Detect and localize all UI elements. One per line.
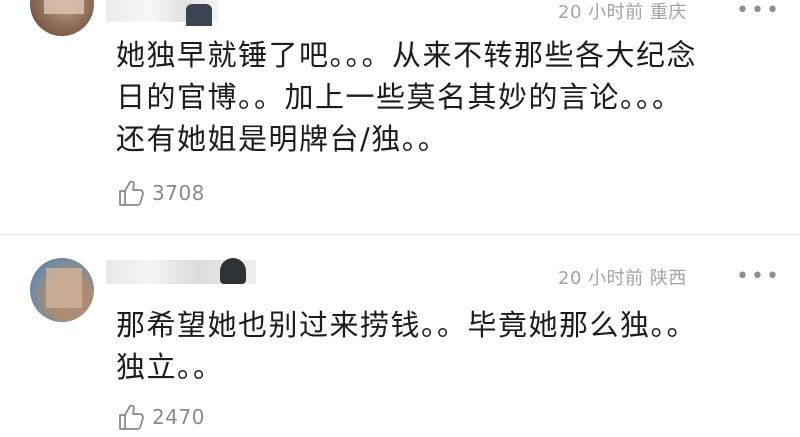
comment-line: 还有她姐是明牌台/独。。 <box>116 122 449 156</box>
avatar-blur <box>44 0 84 14</box>
comment-line: 独立。。 <box>116 350 224 384</box>
user-badge <box>186 4 212 26</box>
user-badge <box>220 258 246 284</box>
like-button[interactable]: 3708 <box>116 178 205 208</box>
comment-text: 那希望她也别过来捞钱。。毕竟她那么独。。 独立。。 <box>116 304 776 388</box>
more-dots-icon[interactable]: ••• <box>736 266 781 288</box>
like-count: 3708 <box>152 181 205 205</box>
comment-line: 日的官博。。加上一些莫名其妙的言论。。。 <box>116 80 683 114</box>
divider <box>0 234 800 235</box>
more-dots-icon[interactable]: ••• <box>736 0 781 22</box>
comment-list: 20 小时前 重庆 ••• 她独早就锤了吧。。。从来不转那些各大纪念 日的官博。… <box>0 0 800 437</box>
thumbs-up-icon <box>119 180 144 206</box>
comment-line: 那希望她也别过来捞钱。。毕竟她那么独。。 <box>116 308 698 342</box>
thumbs-up-icon <box>119 404 144 430</box>
like-count: 2470 <box>152 405 205 429</box>
avatar[interactable] <box>30 258 94 322</box>
avatar-blur <box>46 268 82 308</box>
comment-line: 她独早就锤了吧。。。从来不转那些各大纪念 <box>116 38 698 72</box>
like-button[interactable]: 2470 <box>116 402 205 432</box>
comment-meta: 20 小时前 重庆 <box>558 2 687 23</box>
comment-meta: 20 小时前 陕西 <box>558 268 687 289</box>
avatar[interactable] <box>30 0 94 36</box>
comment-text: 她独早就锤了吧。。。从来不转那些各大纪念 日的官博。。加上一些莫名其妙的言论。。… <box>116 34 776 160</box>
